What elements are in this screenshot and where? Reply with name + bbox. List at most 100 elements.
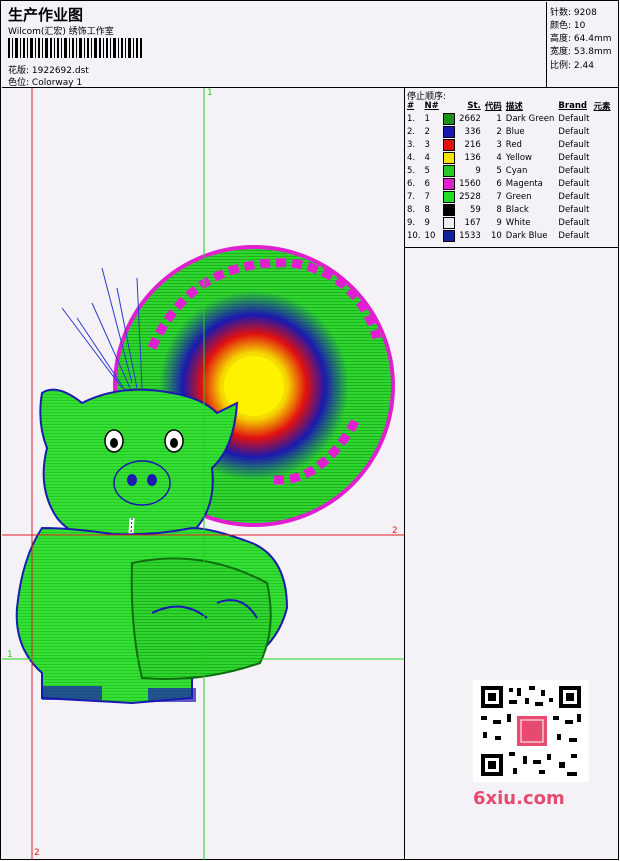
row-description: Cyan bbox=[505, 165, 528, 176]
col-needle: N# bbox=[424, 101, 439, 111]
color-row[interactable]: 4. 4 136 4 Yellow Default bbox=[405, 151, 613, 164]
row-description: Yellow bbox=[505, 152, 532, 163]
guide-label-h-red: 2 bbox=[392, 526, 398, 536]
row-brand: Default bbox=[558, 204, 590, 215]
color-swatch-icon bbox=[442, 112, 455, 125]
row-description: Red bbox=[505, 139, 522, 150]
color-row[interactable]: 6. 6 1560 6 Magenta Default bbox=[405, 177, 613, 190]
row-brand: Default bbox=[558, 165, 590, 176]
header-panel: 生产作业图 Wilcom(汇宏) 绣饰工作室 花版: 1922692.dst 色… bbox=[2, 2, 547, 88]
col-brand: Brand bbox=[558, 101, 587, 111]
row-needle: 2 bbox=[424, 126, 430, 137]
row-needle: 3 bbox=[424, 139, 430, 150]
col-index: # bbox=[407, 101, 415, 111]
row-code: 10 bbox=[490, 230, 502, 241]
studio-subtitle: Wilcom(汇宏) 绣饰工作室 bbox=[8, 27, 114, 37]
row-description: Magenta bbox=[505, 178, 543, 189]
row-brand: Default bbox=[558, 217, 590, 228]
row-index: 2. bbox=[407, 126, 416, 137]
row-needle: 6 bbox=[424, 178, 430, 189]
stat-height: 高度: 64.4mm bbox=[550, 34, 612, 44]
row-code: 5 bbox=[496, 165, 502, 176]
row-needle: 8 bbox=[424, 204, 430, 215]
pig-snout bbox=[113, 460, 171, 506]
colorway-label: 色位: bbox=[8, 78, 30, 88]
row-stitches: 167 bbox=[441, 216, 483, 229]
row-brand: Default bbox=[558, 191, 590, 202]
embroidery-preview bbox=[2, 88, 404, 860]
row-element bbox=[591, 190, 612, 203]
color-swatch-icon bbox=[442, 138, 455, 151]
row-code: 2 bbox=[496, 126, 502, 137]
row-stitches: 136 bbox=[441, 151, 483, 164]
row-index: 3. bbox=[407, 139, 416, 150]
row-stitches: 336 bbox=[441, 125, 483, 138]
pig-foot-right bbox=[148, 688, 196, 702]
row-element bbox=[591, 151, 612, 164]
row-index: 7. bbox=[407, 191, 416, 202]
row-element bbox=[591, 177, 612, 190]
color-swatch-icon bbox=[442, 177, 455, 190]
guide-label-v-red: 2 bbox=[34, 848, 40, 858]
color-swatch-icon bbox=[442, 216, 455, 229]
row-description: White bbox=[505, 217, 531, 228]
color-row[interactable]: 2. 2 336 2 Blue Default bbox=[405, 125, 613, 138]
row-stitches: 216 bbox=[441, 138, 483, 151]
row-needle: 4 bbox=[424, 152, 430, 163]
row-code: 4 bbox=[496, 152, 502, 163]
row-index: 9. bbox=[407, 217, 416, 228]
row-description: Dark Green bbox=[505, 113, 555, 124]
row-index: 10. bbox=[407, 230, 421, 241]
row-stitches: 2528 bbox=[441, 190, 483, 203]
color-row[interactable]: 5. 5 9 5 Cyan Default bbox=[405, 164, 613, 177]
row-index: 5. bbox=[407, 165, 416, 176]
row-brand: Default bbox=[558, 152, 590, 163]
row-index: 6. bbox=[407, 178, 416, 189]
row-element bbox=[591, 138, 612, 151]
color-table: # N# St. 代码 描述 Brand 元素 1. 1 2662 1 Dark Gre… bbox=[405, 100, 613, 242]
color-row[interactable]: 10. 10 1533 10 Dark Blue Default bbox=[405, 229, 613, 242]
row-needle: 5 bbox=[424, 165, 430, 176]
row-brand: Default bbox=[558, 126, 590, 137]
row-brand: Default bbox=[558, 230, 590, 241]
guide-label-v-green: 1 bbox=[207, 88, 213, 98]
col-element: 元素 bbox=[593, 102, 611, 112]
stop-sequence-panel: 停止顺序: # N# St. 代码 描述 Brand 元素 1. 1 2662 1 Da… bbox=[405, 88, 619, 248]
notes-panel: 6xiu.com bbox=[405, 248, 619, 860]
row-description: Dark Blue bbox=[505, 230, 548, 241]
page-title: 生产作业图 bbox=[8, 6, 84, 24]
barcode-icon bbox=[8, 38, 142, 58]
color-row[interactable]: 7. 7 2528 7 Green Default bbox=[405, 190, 613, 203]
row-code: 1 bbox=[496, 113, 502, 124]
color-swatch-icon bbox=[442, 151, 455, 164]
color-row[interactable]: 9. 9 167 9 White Default bbox=[405, 216, 613, 229]
color-swatch-icon bbox=[442, 203, 455, 216]
color-row[interactable]: 1. 1 2662 1 Dark Green Default bbox=[405, 112, 613, 125]
row-stitches: 2662 bbox=[441, 112, 483, 125]
row-stitches: 1560 bbox=[441, 177, 483, 190]
row-stitches: 59 bbox=[441, 203, 483, 216]
col-code: 代码 bbox=[484, 102, 502, 112]
color-swatch-icon bbox=[442, 164, 455, 177]
row-element bbox=[591, 112, 612, 125]
color-row[interactable]: 3. 3 216 3 Red Default bbox=[405, 138, 613, 151]
row-code: 9 bbox=[496, 217, 502, 228]
stat-stitches: 针数: 9208 bbox=[550, 8, 597, 18]
colorway-line: 色位: Colorway 1 bbox=[8, 75, 82, 88]
color-table-header: # N# St. 代码 描述 Brand 元素 bbox=[405, 100, 613, 112]
col-description: 描述 bbox=[505, 102, 523, 112]
color-swatch-icon bbox=[442, 125, 455, 138]
stat-width: 宽度: 53.8mm bbox=[550, 47, 612, 57]
row-description: Blue bbox=[505, 126, 525, 137]
row-index: 1. bbox=[407, 113, 416, 124]
row-brand: Default bbox=[558, 113, 590, 124]
row-needle: 9 bbox=[424, 217, 430, 228]
color-row[interactable]: 8. 8 59 8 Black Default bbox=[405, 203, 613, 216]
pig-cup bbox=[130, 557, 272, 680]
row-element bbox=[591, 164, 612, 177]
color-swatch-icon bbox=[442, 190, 455, 203]
row-needle: 1 bbox=[424, 113, 430, 124]
row-brand: Default bbox=[558, 178, 590, 189]
design-canvas[interactable]: 1 2 1 2 bbox=[2, 88, 405, 860]
color-swatch-icon bbox=[442, 229, 455, 242]
